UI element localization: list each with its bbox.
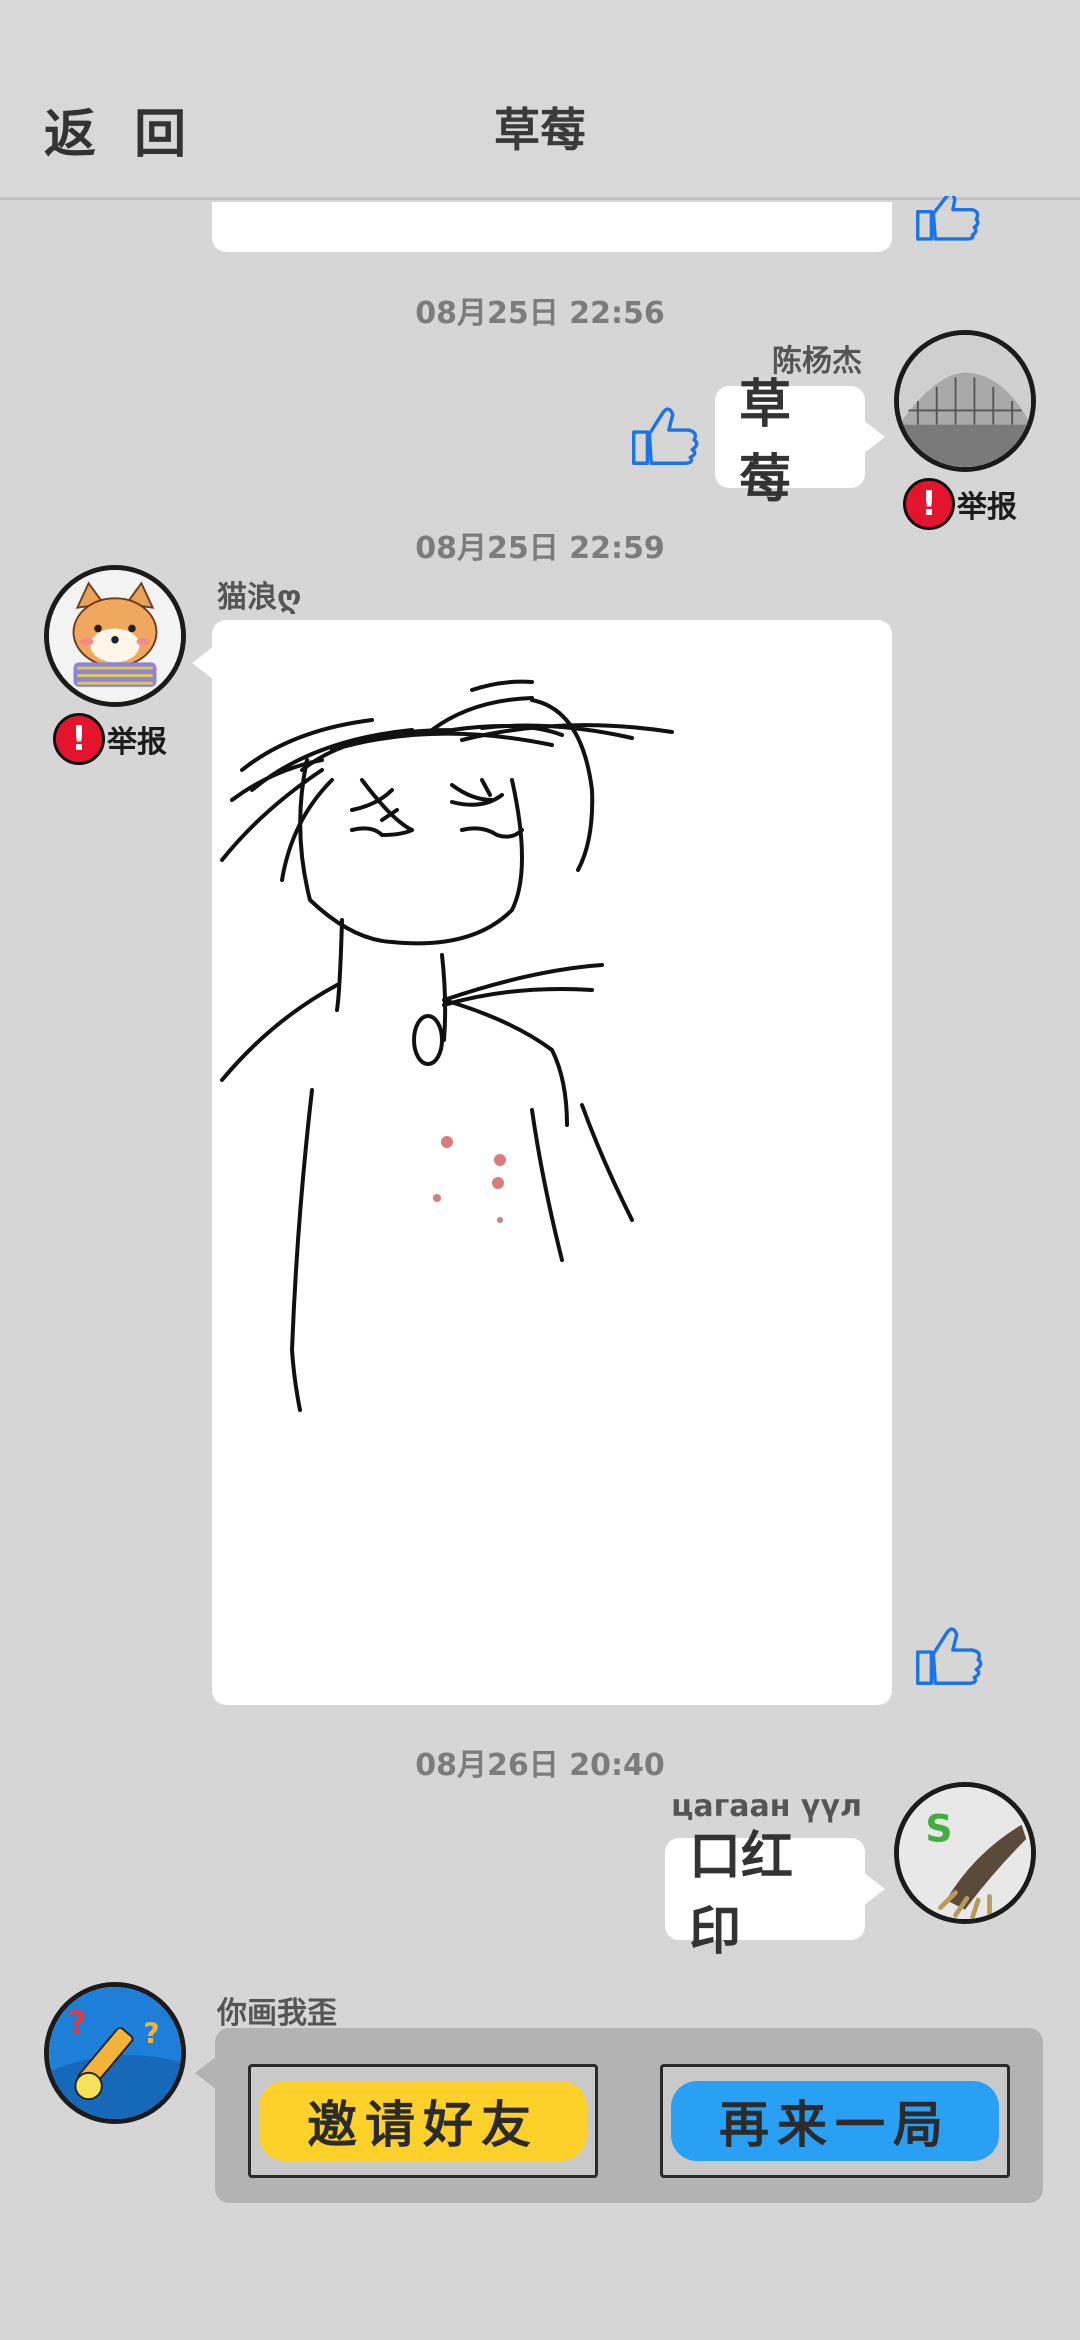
like-icon[interactable] xyxy=(908,196,986,241)
page-title: 草莓 xyxy=(494,103,586,157)
replay-label: 再来一局 xyxy=(719,2095,951,2154)
user-avatar[interactable] xyxy=(894,330,1036,472)
user-avatar[interactable] xyxy=(44,565,186,707)
message-timestamp: 08月26日 20:40 xyxy=(415,1748,665,1783)
report-button[interactable]: ! 举报 xyxy=(53,713,167,765)
message-bubble: 草莓 xyxy=(715,375,885,510)
play-again-button[interactable]: 再来一局 xyxy=(660,2064,1010,2178)
like-icon[interactable] xyxy=(624,395,702,473)
top-bar: 返 回 草莓 xyxy=(0,0,1080,200)
previous-drawing-bubble xyxy=(212,202,892,252)
sender-name: 你画我歪 xyxy=(217,1996,337,2031)
svg-text:?: ? xyxy=(68,2004,87,2042)
drawing-image[interactable] xyxy=(212,620,892,1705)
invite-friends-button[interactable]: 邀请好友 xyxy=(248,2064,598,2178)
user-avatar[interactable]: ? ? xyxy=(44,1982,186,2124)
game-action-card: 邀请好友 再来一局 xyxy=(195,2028,1043,2203)
message-text: 口红印 xyxy=(689,1827,794,1962)
message-timestamp: 08月25日 22:59 xyxy=(415,531,665,566)
invite-label: 邀请好友 xyxy=(307,2095,539,2154)
message-timestamp: 08月25日 22:56 xyxy=(415,296,665,331)
report-label: 举报 xyxy=(957,490,1017,525)
alert-icon: ! xyxy=(53,713,105,765)
svg-text:S: S xyxy=(925,1807,952,1851)
user-avatar[interactable]: S xyxy=(894,1782,1036,1924)
sender-name: 猫浪ღ xyxy=(217,580,302,615)
svg-text:?: ? xyxy=(143,2018,159,2051)
report-label: 举报 xyxy=(107,725,167,760)
message-bubble: 口红印 xyxy=(665,1827,885,1962)
like-icon[interactable] xyxy=(908,1615,986,1693)
message-text: 草莓 xyxy=(739,375,792,510)
